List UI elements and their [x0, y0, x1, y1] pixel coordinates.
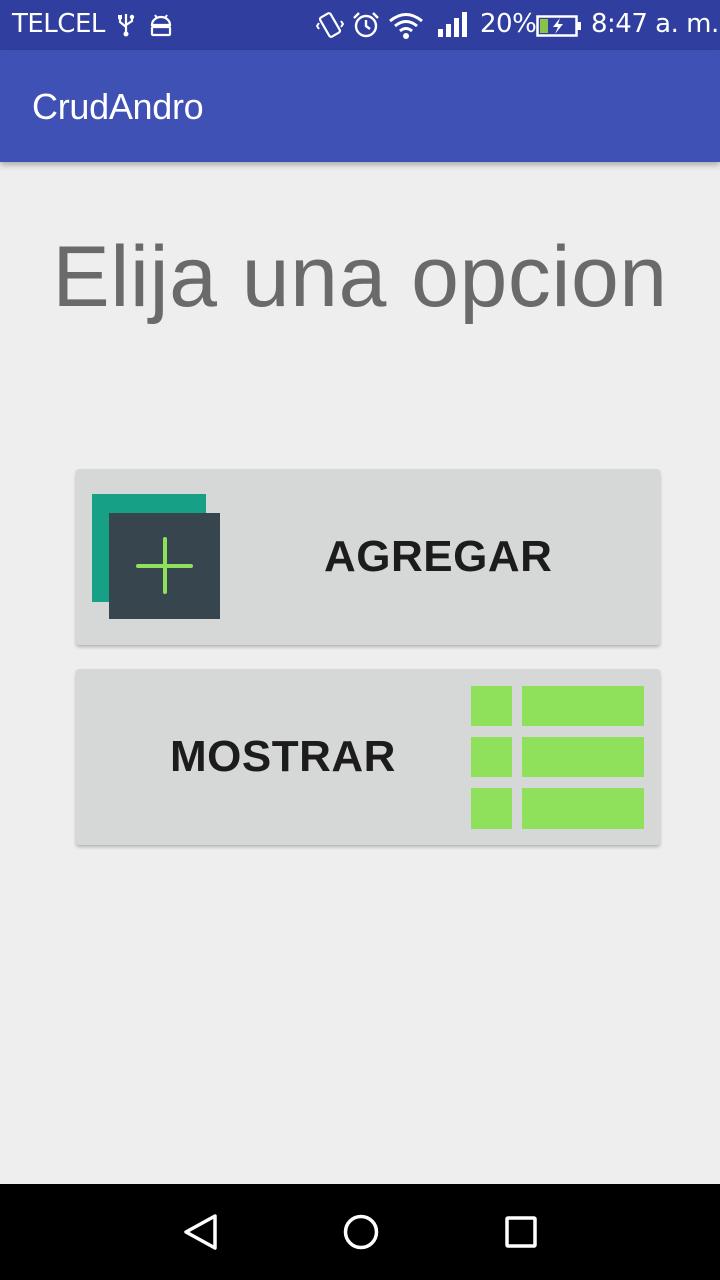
battery-percentage: 20%: [480, 9, 537, 39]
app-title: CrudAndro: [32, 86, 204, 127]
show-button[interactable]: MOSTRAR: [76, 669, 660, 845]
table-icon-cell: [522, 788, 644, 829]
app-bar: CrudAndro: [0, 50, 720, 162]
table-icon-cell: [471, 788, 512, 829]
signal-icon: [437, 11, 469, 46]
back-icon[interactable]: [171, 1202, 231, 1262]
add-button[interactable]: AGREGAR: [76, 469, 660, 645]
table-icon-cell: [471, 686, 512, 726]
add-button-label: AGREGAR: [324, 532, 553, 581]
plus-icon-vertical: [163, 537, 167, 594]
carrier-name: TELCEL: [12, 9, 105, 39]
navigation-bar: [0, 1184, 720, 1280]
table-icon-cell: [522, 737, 644, 777]
page-heading: Elija una opcion: [52, 229, 668, 325]
battery-charging-icon: [536, 14, 582, 44]
status-bar: TELCEL 20% 8:47 a. m.: [0, 0, 720, 50]
android-debug-icon: [148, 13, 174, 44]
clock-time: 8:47 a. m.: [591, 9, 719, 39]
list-table-icon: [471, 686, 644, 829]
table-icon-cell: [471, 737, 512, 777]
alarm-icon: [352, 11, 380, 46]
home-icon[interactable]: [331, 1202, 391, 1262]
wifi-icon: [388, 12, 424, 47]
vibrate-icon: [315, 11, 345, 46]
usb-icon: [116, 13, 136, 44]
add-item-icon: [92, 494, 220, 620]
show-button-label: MOSTRAR: [170, 732, 396, 781]
recent-apps-icon[interactable]: [491, 1202, 551, 1262]
table-icon-cell: [522, 686, 644, 726]
